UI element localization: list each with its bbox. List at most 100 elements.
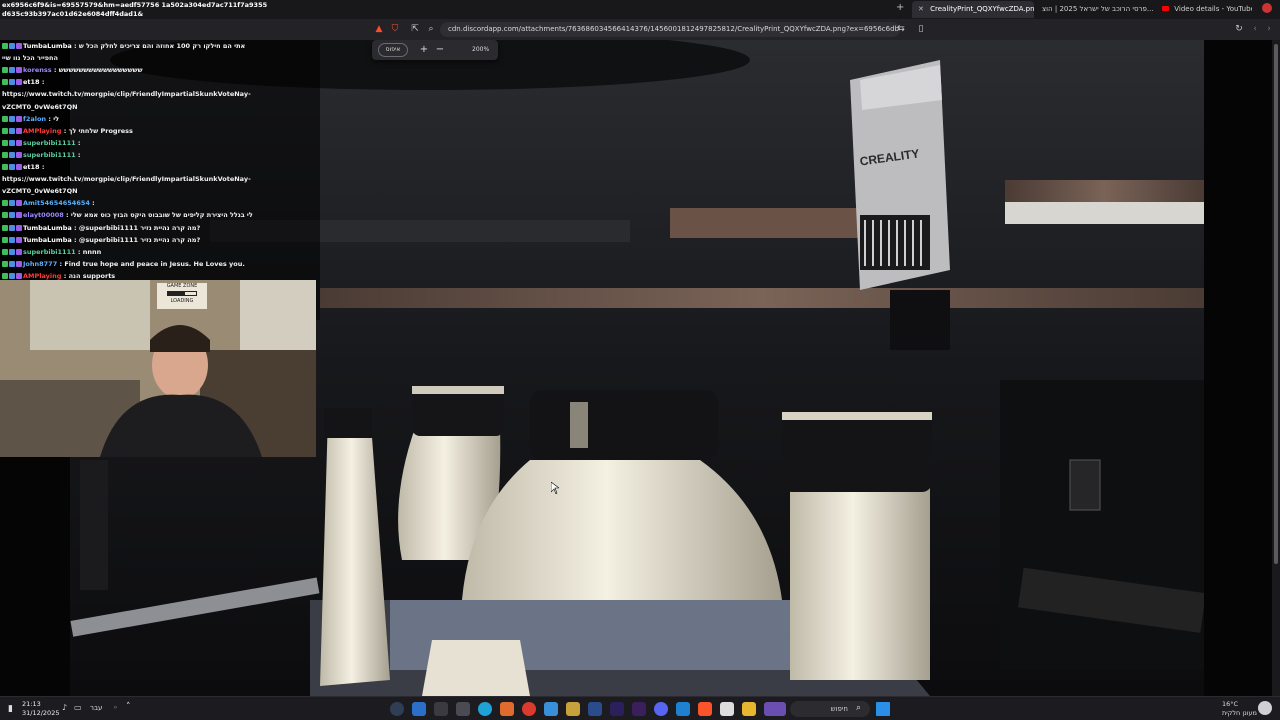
file-explorer-icon[interactable]: [742, 702, 756, 716]
mic-icon[interactable]: ⚬: [112, 703, 119, 712]
tab-label: CrealityPrint_QQXYfwcZDA.png: [930, 5, 1034, 13]
chat-username[interactable]: korenss: [23, 66, 52, 74]
chat-badge-icon: [16, 224, 22, 231]
sign-line2: LOADING: [170, 298, 194, 304]
chat-username[interactable]: Amit54654654654: [23, 199, 90, 207]
extension-icon[interactable]: ▲: [372, 22, 386, 36]
app-icon[interactable]: [566, 702, 580, 716]
chat-message: superbibi1111 : nnnn: [2, 248, 101, 257]
chat-username[interactable]: TumbaLumba: [23, 42, 72, 50]
chat-badge-icon: [9, 151, 15, 158]
tab-youtube-studio[interactable]: Video details - YouTube Studio: [1156, 1, 1252, 18]
scroll-thumb[interactable]: [1274, 44, 1278, 564]
tab-label: Video details - YouTube Studio: [1174, 5, 1252, 13]
brave-shield-icon[interactable]: ⛉: [388, 22, 402, 36]
youtube-icon: [1162, 6, 1169, 11]
chat-username[interactable]: et18: [23, 163, 40, 171]
chat-username[interactable]: TumbaLumba: [23, 224, 72, 232]
chat-text: : @superbibi1111 מה קרה נהיית נזיר?: [71, 223, 201, 232]
display-icon[interactable]: ▭: [74, 703, 82, 712]
reload-icon[interactable]: ↻: [1232, 22, 1246, 36]
chat-badge-icon: [2, 164, 8, 170]
chat-badge-icon: [9, 164, 15, 170]
chat-badge-icon: [16, 127, 22, 134]
chat-message: https://www.twitch.tv/morgpie/clip/Frien…: [2, 90, 251, 99]
zoom-in-button[interactable]: +: [418, 43, 430, 57]
chat-username[interactable]: superbibi1111: [23, 151, 76, 159]
chat-username[interactable]: superbibi1111: [23, 139, 76, 147]
translate-icon[interactable]: ⇆: [894, 22, 908, 36]
chat-username[interactable]: TumbaLumba: [23, 236, 72, 244]
chat-text: החפייר הכל נוו שיי: [2, 54, 58, 63]
chat-message: f2alon : לי: [2, 115, 59, 124]
chat-message: korenss : ששששששששששששששששש: [2, 66, 143, 75]
weather-temp[interactable]: 16°C: [1222, 700, 1238, 708]
windows-start-icon[interactable]: [876, 702, 890, 716]
chrome-icon[interactable]: [522, 702, 536, 716]
chat-text: : אתי הם חילקו רק 100 אחוזה והם צריכים ל…: [71, 42, 246, 50]
stream-chat-overlay: TumbaLumba : אתי הם חילקו רק 100 אחוזה ו…: [0, 40, 320, 320]
weather-icon[interactable]: [1258, 701, 1272, 715]
obs-icon[interactable]: [390, 702, 404, 716]
zoom-reset-button[interactable]: איפוס: [378, 43, 408, 57]
new-tab-button[interactable]: +: [896, 2, 904, 13]
chat-text: : הנה supports: [61, 271, 116, 280]
chat-badge-icon: [9, 115, 15, 122]
close-icon[interactable]: ✕: [918, 5, 924, 13]
chat-username[interactable]: AMPlaying: [23, 127, 61, 135]
terminal-icon[interactable]: [434, 702, 448, 716]
app-icon[interactable]: [676, 702, 690, 716]
chat-badge-icon: [16, 67, 22, 74]
back-icon[interactable]: ‹: [1248, 22, 1262, 36]
show-hidden-icons[interactable]: ˄: [126, 702, 131, 712]
brave-icon[interactable]: [698, 702, 712, 716]
chat-username[interactable]: elayt00008: [23, 211, 64, 219]
chat-badge-icon: [9, 224, 15, 231]
scrollbar[interactable]: [1272, 40, 1280, 696]
chat-badge-icon: [2, 212, 8, 219]
weather-condition[interactable]: מעונן חלקית: [1222, 709, 1257, 717]
chat-badge-icon: [2, 115, 8, 122]
chat-username[interactable]: f2alon: [23, 115, 46, 123]
chat-badge-icon: [2, 260, 8, 267]
chat-message: superbibi1111 :: [2, 151, 81, 160]
edge-icon[interactable]: [478, 702, 492, 716]
tab-creality-image[interactable]: ✕ CrealityPrint_QQXYfwcZDA.png: [912, 1, 1034, 18]
forward-icon[interactable]: ›: [1262, 22, 1276, 36]
chat-username[interactable]: superbibi1111: [23, 248, 76, 256]
tab-israel-awards[interactable]: פרסי הרוכב של ישראל 2025 | הוצ...: [1036, 1, 1154, 18]
clock-date[interactable]: 31/12/2025: [22, 709, 59, 717]
photoshop-icon[interactable]: [588, 702, 602, 716]
notes-icon[interactable]: [544, 702, 558, 716]
chat-badge-icon: [9, 200, 15, 207]
clock-time[interactable]: 21:13: [22, 700, 41, 708]
chat-username[interactable]: AMPlaying: [23, 272, 61, 280]
mouse-cursor-icon: [551, 482, 559, 494]
app-icon[interactable]: [764, 702, 786, 716]
tab-strip: ex6956c6f9&is=69557579&hm=aedf57756 1a50…: [0, 0, 1280, 19]
chat-badge-icon: [9, 139, 15, 146]
chat-message: AMPlaying : שלחתי לך Progress: [2, 127, 133, 136]
chat-username[interactable]: John8777: [23, 260, 57, 268]
zoom-icon[interactable]: ⌕: [424, 22, 438, 36]
mail-icon[interactable]: [720, 702, 734, 716]
zoom-level: 200%: [472, 46, 490, 53]
chat-username[interactable]: et18: [23, 78, 40, 86]
app-icon[interactable]: [456, 702, 470, 716]
share-icon[interactable]: ⇱: [408, 22, 422, 36]
volume-icon[interactable]: ♪: [62, 703, 67, 712]
chat-message: John8777 : Find true hope and peace in J…: [2, 260, 245, 269]
zoom-out-button[interactable]: −: [434, 43, 446, 57]
discord-icon[interactable]: [654, 702, 668, 716]
app-icon[interactable]: [500, 702, 514, 716]
chat-badge-icon: [9, 260, 15, 267]
window-title: ex6956c6f9&is=69557579&hm=aedf57756 1a50…: [2, 1, 267, 9]
url-field[interactable]: cdn.discordapp.com/attachments/763686034…: [440, 22, 900, 37]
battery-icon[interactable]: ▮: [8, 704, 13, 714]
chat-text: : לי בגלל היצירת קליפים של שובבוס היקס ה…: [63, 211, 253, 220]
bookmark-icon[interactable]: ▯: [914, 22, 928, 36]
app-icon[interactable]: [412, 702, 426, 716]
after-effects-icon[interactable]: [610, 702, 624, 716]
premiere-icon[interactable]: [632, 702, 646, 716]
language-indicator[interactable]: עבר: [90, 704, 102, 712]
